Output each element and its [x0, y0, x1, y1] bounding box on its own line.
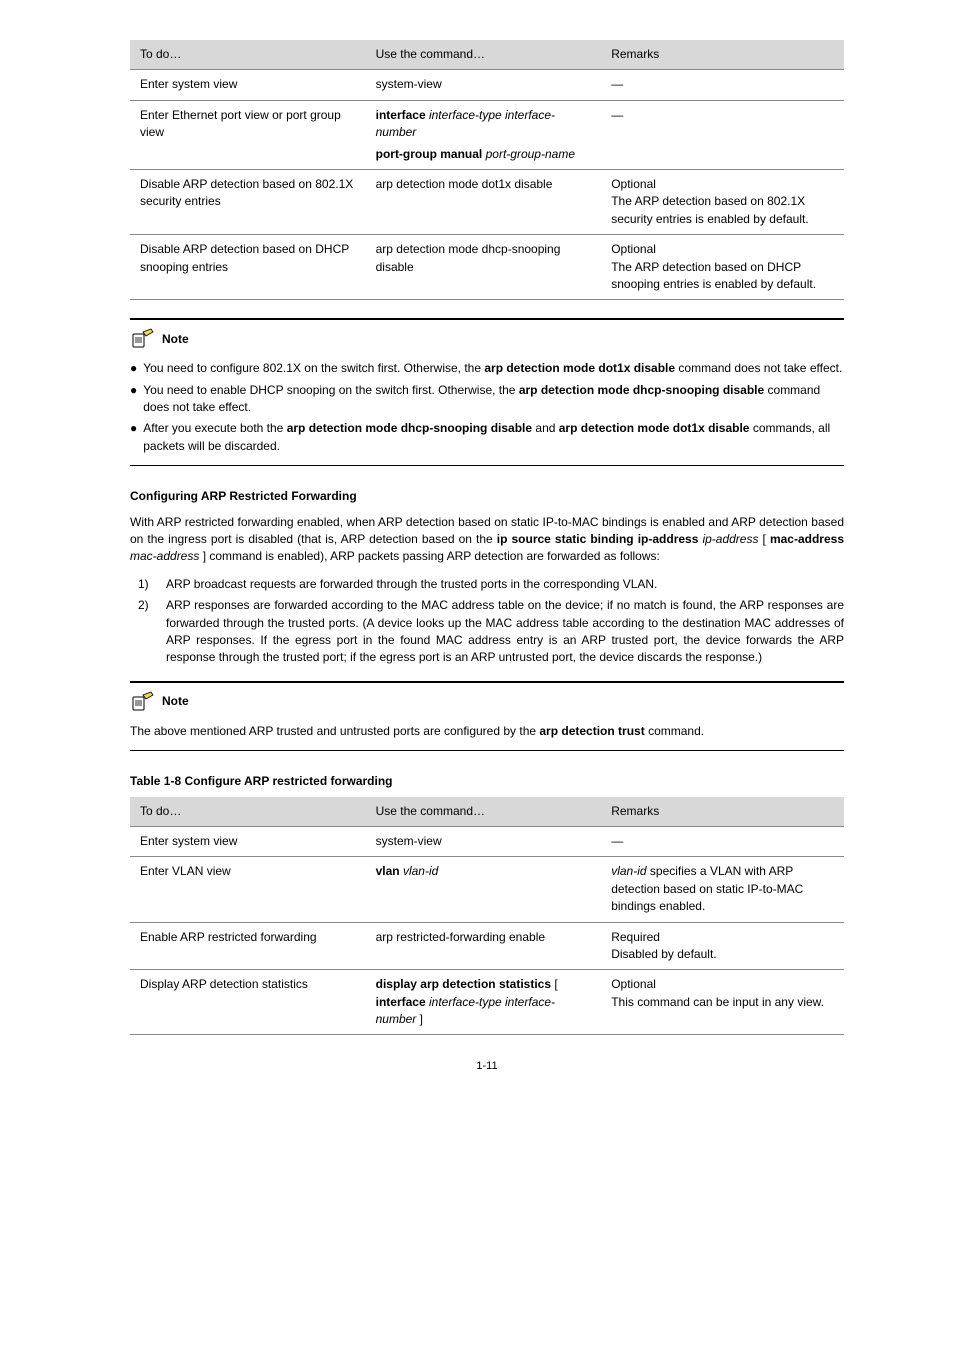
note-body: The above mentioned ARP trusted and untr… — [130, 723, 844, 740]
cell: arp detection mode dhcp-snooping disable — [366, 235, 602, 300]
table-header: To do… — [130, 40, 366, 70]
bullet-icon: ● — [130, 382, 137, 417]
note-body: ● You need to configure 802.1X on the sw… — [130, 360, 844, 455]
note-block: Note ● You need to configure 802.1X on t… — [130, 328, 844, 455]
table-row: Display ARP detection statistics display… — [130, 970, 844, 1035]
list-number: 1) — [138, 576, 156, 593]
cell: Enter system view — [130, 70, 366, 100]
text: You need to configure 802.1X on the swit… — [143, 361, 484, 375]
cell: display arp detection statistics [ inter… — [366, 970, 602, 1035]
cell: Optional The ARP detection based on 802.… — [601, 169, 844, 234]
list-number: 2) — [138, 597, 156, 667]
table-row: Enter system view system-view — — [130, 70, 844, 100]
text: command. — [648, 724, 704, 738]
cell: Optional The ARP detection based on DHCP… — [601, 235, 844, 300]
text: You need to enable DHCP snooping on the … — [143, 383, 519, 397]
table-restricted-forwarding: To do… Use the command… Remarks Enter sy… — [130, 797, 844, 1036]
cell: system-view — [366, 70, 602, 100]
text: ARP broadcast requests are forwarded thr… — [166, 576, 657, 593]
text: and — [535, 421, 558, 435]
text: The above mentioned ARP trusted and untr… — [130, 724, 539, 738]
cmd: arp detection mode dhcp-snooping disable — [519, 383, 764, 397]
list-item: 1) ARP broadcast requests are forwarded … — [138, 576, 844, 593]
divider — [130, 681, 844, 683]
cell: vlan-id specifies a VLAN with ARP detect… — [601, 857, 844, 922]
note-label: Note — [162, 693, 189, 710]
cmd: mac-address — [770, 532, 844, 546]
table-header: To do… — [130, 797, 366, 827]
paragraph: With ARP restricted forwarding enabled, … — [130, 514, 844, 566]
note-block: Note The above mentioned ARP trusted and… — [130, 691, 844, 740]
bullet-icon: ● — [130, 420, 137, 455]
table-header: Remarks — [601, 40, 844, 70]
cell: Optional This command can be input in an… — [601, 970, 844, 1035]
table-row: Disable ARP detection based on 802.1X se… — [130, 169, 844, 234]
cell: — — [601, 70, 844, 100]
numbered-list: 1) ARP broadcast requests are forwarded … — [130, 576, 844, 667]
arg: mac-address — [130, 549, 199, 563]
cmd: ip source static binding ip-address — [497, 532, 699, 546]
cmd: arp detection mode dhcp-snooping disable — [287, 421, 532, 435]
cell: Enable ARP restricted forwarding — [130, 922, 366, 970]
table-row: Disable ARP detection based on DHCP snoo… — [130, 235, 844, 300]
table-arp-detection: To do… Use the command… Remarks Enter sy… — [130, 40, 844, 300]
page-number: 1-11 — [130, 1059, 844, 1075]
section-title: Configuring ARP Restricted Forwarding — [130, 488, 844, 505]
text: ] — [416, 1012, 423, 1026]
cell: — — [601, 826, 844, 856]
note-hand-icon — [130, 328, 156, 350]
text: ] command is enabled), ARP packets passi… — [203, 549, 660, 563]
bullet-icon: ● — [130, 360, 137, 377]
cmd: interface — [376, 995, 426, 1009]
table-caption: Table 1-8 Configure ARP restricted forwa… — [130, 773, 844, 790]
table-row: Enter VLAN view vlan vlan-id vlan-id spe… — [130, 857, 844, 922]
cell: Disable ARP detection based on DHCP snoo… — [130, 235, 366, 300]
cell: Enter VLAN view — [130, 857, 366, 922]
cmd: arp detection trust — [539, 724, 644, 738]
table-row: Enable ARP restricted forwarding arp res… — [130, 922, 844, 970]
cell: system-view — [366, 826, 602, 856]
cell: Display ARP detection statistics — [130, 970, 366, 1035]
note-heading: Note — [130, 691, 844, 713]
divider — [130, 318, 844, 320]
arg: vlan-id — [403, 864, 438, 878]
cell: Enter Ethernet port view or port group v… — [130, 100, 366, 169]
note-hand-icon — [130, 691, 156, 713]
cell: interface interface-type interface-numbe… — [366, 100, 602, 169]
arg: vlan-id — [611, 864, 646, 878]
table-header: Use the command… — [366, 40, 602, 70]
text: ARP responses are forwarded according to… — [166, 597, 844, 667]
cmd: interface — [376, 108, 429, 122]
cmd: port-group manual — [376, 147, 486, 161]
table-row: Enter Ethernet port view or port group v… — [130, 100, 844, 169]
arg: port-group-name — [486, 147, 575, 161]
divider — [130, 750, 844, 751]
note-label: Note — [162, 331, 189, 348]
note-heading: Note — [130, 328, 844, 350]
text: command does not take effect. — [678, 361, 842, 375]
text: Enter Ethernet port view or port group v… — [140, 108, 341, 139]
cell: Disable ARP detection based on 802.1X se… — [130, 169, 366, 234]
table-header: Use the command… — [366, 797, 602, 827]
cell: arp detection mode dot1x disable — [366, 169, 602, 234]
cell: arp restricted-forwarding enable — [366, 922, 602, 970]
cell: — — [601, 100, 844, 169]
table-header: Remarks — [601, 797, 844, 827]
cell: vlan vlan-id — [366, 857, 602, 922]
text: [ — [763, 532, 770, 546]
text: After you execute both the — [143, 421, 286, 435]
cell: Enter system view — [130, 826, 366, 856]
list-item: 2) ARP responses are forwarded according… — [138, 597, 844, 667]
cmd: arp detection mode dot1x disable — [484, 361, 675, 375]
table-row: Enter system view system-view — — [130, 826, 844, 856]
cell: Required Disabled by default. — [601, 922, 844, 970]
cmd: display arp detection statistics — [376, 977, 551, 991]
text: [ — [551, 977, 558, 991]
divider — [130, 465, 844, 466]
cmd: arp detection mode dot1x disable — [559, 421, 750, 435]
cmd: vlan — [376, 864, 403, 878]
arg: ip-address — [702, 532, 758, 546]
